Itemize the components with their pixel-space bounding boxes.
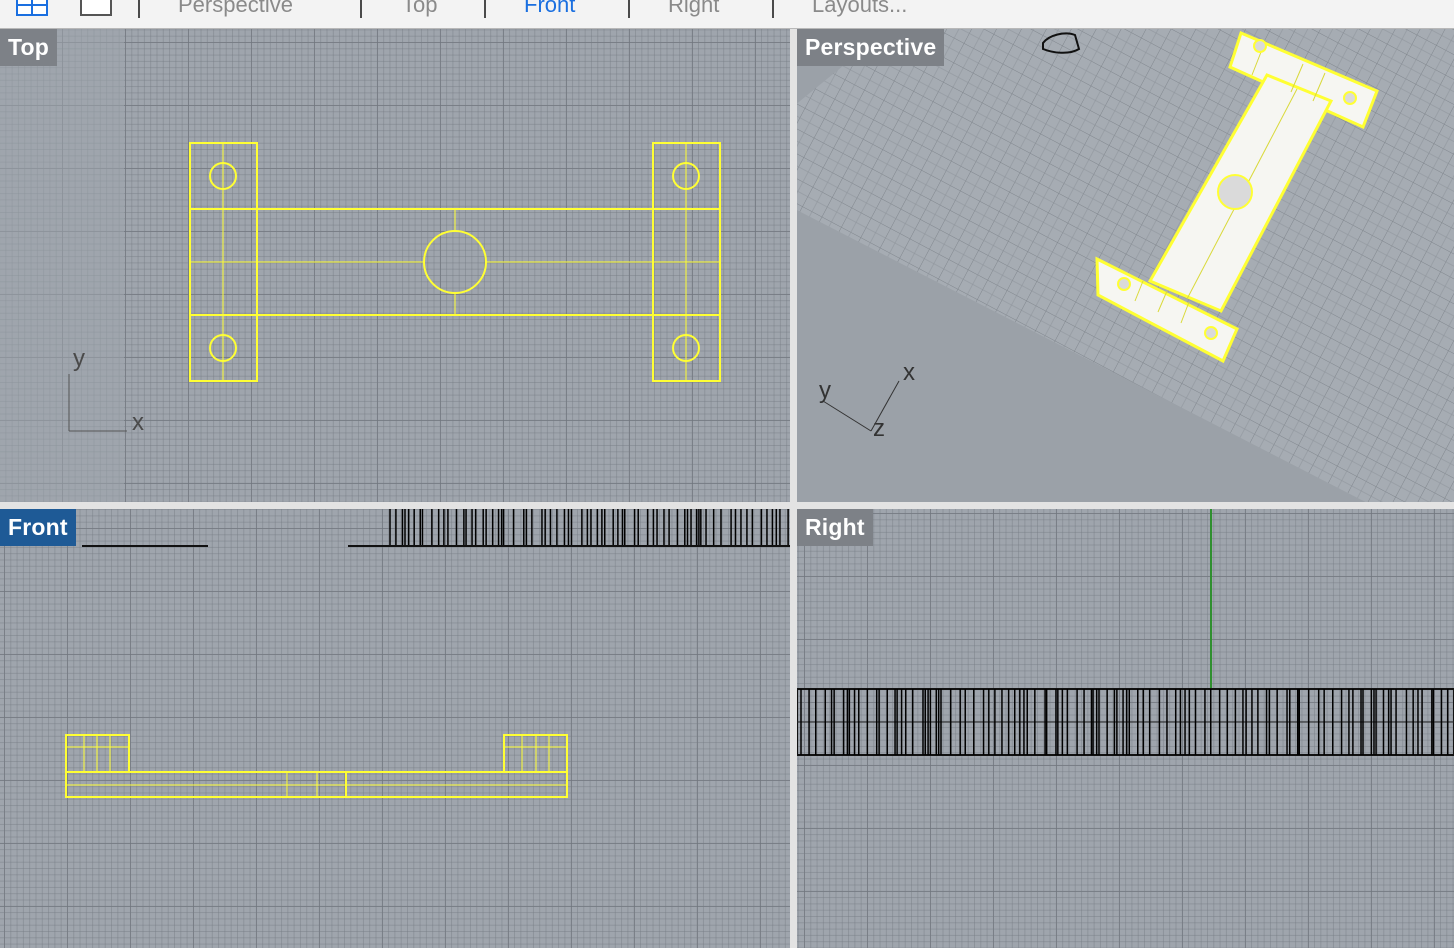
toolbar-separator [360,0,362,18]
viewport-divider-horizontal[interactable] [0,502,1454,509]
single-viewport-layout-icon[interactable] [80,0,112,21]
top-view-geometry [0,29,721,502]
viewport-divider-vertical[interactable] [790,29,797,948]
tab-front[interactable]: Front [524,0,575,18]
axis-y-label: y [819,377,831,404]
tab-perspective[interactable]: Perspective [178,0,293,18]
toolbar-separator [772,0,774,18]
viewport-title-front[interactable]: Front [0,509,76,546]
toolbar-separator [484,0,486,18]
tab-top[interactable]: Top [402,0,437,18]
axis-x-label: x [903,359,915,386]
right-view-geometry [797,509,1454,756]
front-view-geometry [65,509,790,798]
four-viewport-layout-icon[interactable] [16,0,48,21]
tab-layouts[interactable]: Layouts... [812,0,907,18]
viewport-title-top[interactable]: Top [0,29,58,66]
viewport-title-perspective[interactable]: Perspective [797,29,945,66]
viewport-right[interactable]: Right [797,509,1454,948]
viewport-toolbar: Perspective Top Front Right Layouts... [0,0,1454,29]
viewport-title-right[interactable]: Right [797,509,873,546]
axis-z-label: z [873,415,885,442]
toolbar-separator [628,0,630,18]
viewport-top[interactable]: y x Top [0,29,790,502]
axis-y-label: y [73,345,85,372]
axis-x-label: x [132,409,144,436]
viewport-front[interactable]: Front [0,509,790,948]
perspective-geometry [797,29,1454,502]
toolbar-separator [138,0,140,18]
viewport-perspective[interactable]: y x z Perspective [797,29,1454,502]
tab-right[interactable]: Right [668,0,719,18]
